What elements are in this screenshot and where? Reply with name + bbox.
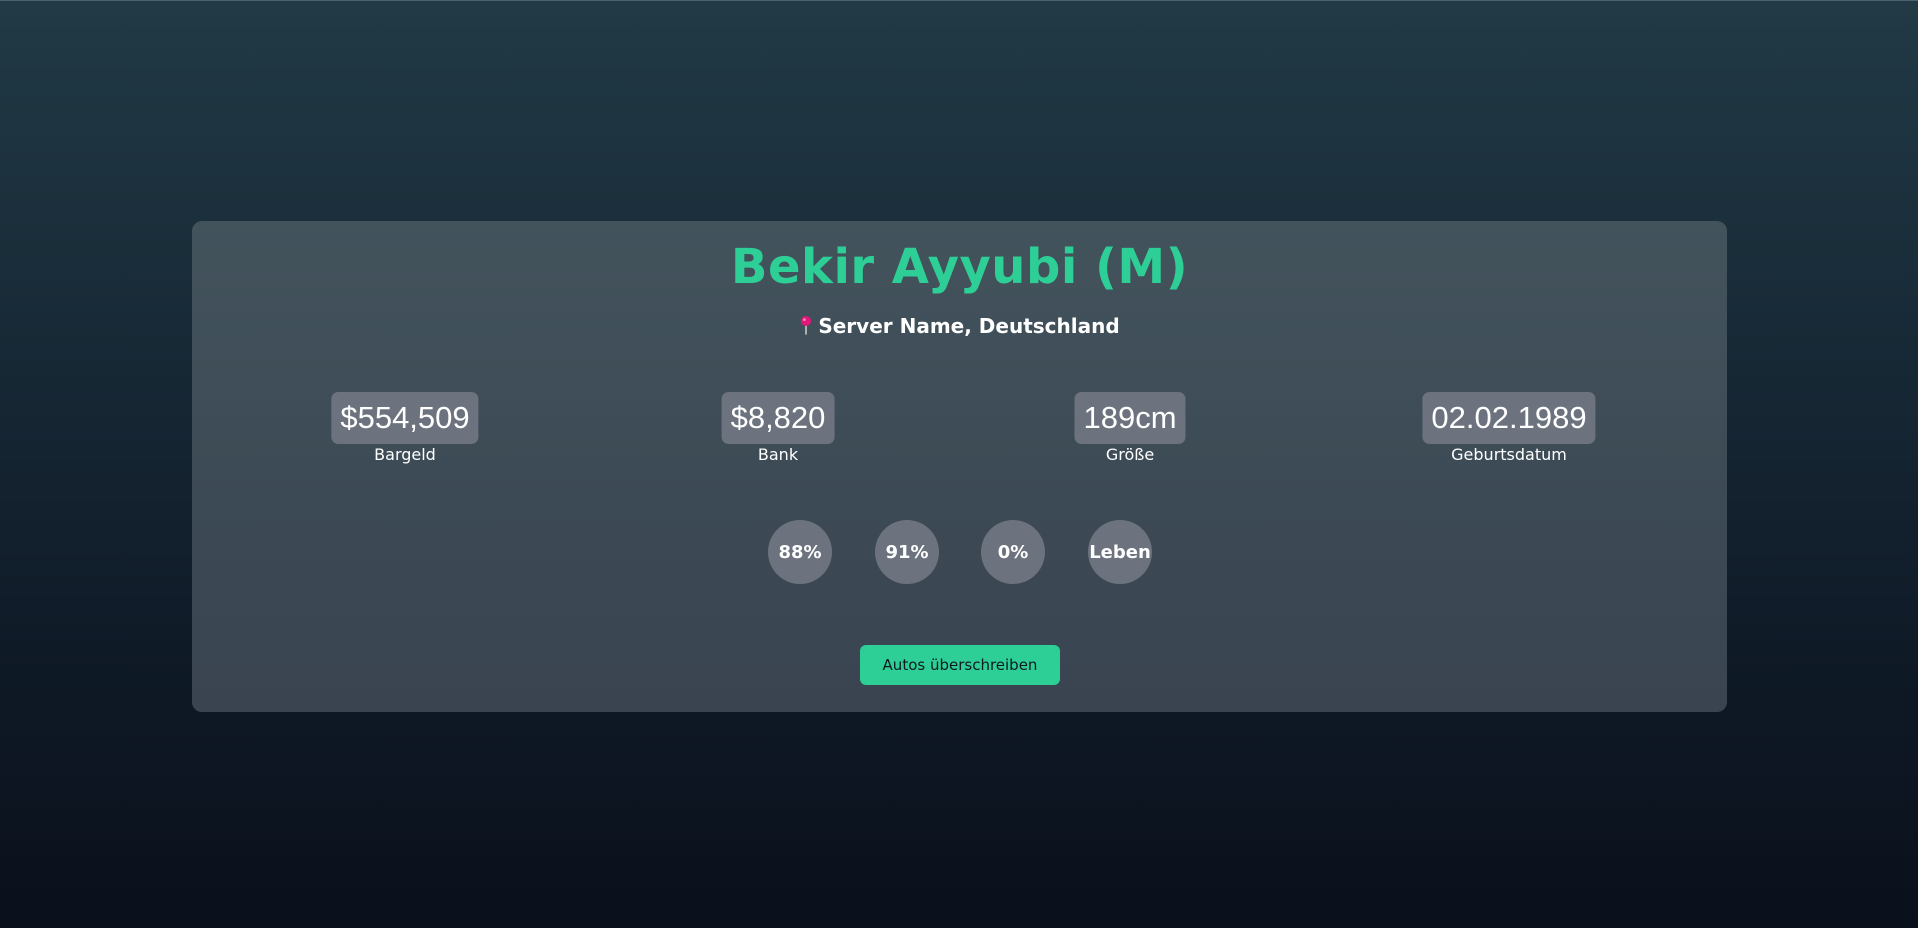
cash-value: $554,509 (331, 392, 479, 444)
stat-cash: $554,509 Bargeld (331, 392, 479, 464)
birthdate-label: Geburtsdatum (1451, 445, 1567, 464)
transfer-cars-button[interactable]: Autos überschreiben (860, 645, 1060, 685)
status-circle-2: 91% (875, 520, 939, 584)
bank-value: $8,820 (721, 392, 835, 444)
location-line: Server Name, Deutschland (192, 314, 1727, 338)
birthdate-value: 02.02.1989 (1422, 392, 1596, 444)
height-value: 189cm (1074, 392, 1186, 444)
status-circle-1: 88% (768, 520, 832, 584)
bank-label: Bank (757, 445, 799, 464)
status-circle-life: Leben (1088, 520, 1152, 584)
location-text: Server Name, Deutschland (818, 314, 1120, 338)
top-border (0, 0, 1918, 1)
player-name: Bekir Ayyubi (M) (730, 239, 1189, 295)
profile-card: Bekir Ayyubi (M) Server Name, Deutschlan… (192, 221, 1727, 712)
stat-height: 189cm Größe (1074, 392, 1186, 464)
stat-birthdate: 02.02.1989 Geburtsdatum (1422, 392, 1596, 464)
stat-bank: $8,820 Bank (721, 392, 835, 464)
height-label: Größe (1105, 445, 1155, 464)
cash-label: Bargeld (374, 445, 436, 464)
status-circle-3: 0% (981, 520, 1045, 584)
map-pin-icon (799, 315, 813, 335)
